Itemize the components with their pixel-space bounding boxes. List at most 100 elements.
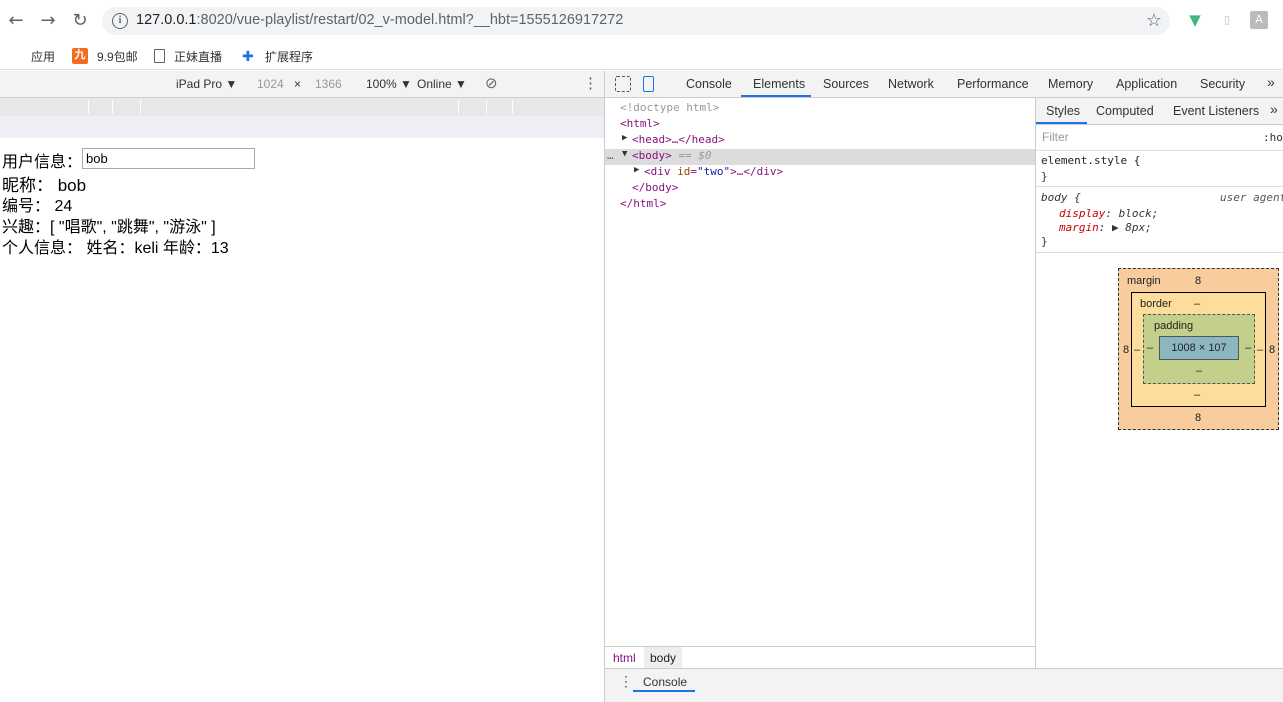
padding-right-value[interactable]: – (1245, 342, 1251, 354)
user-agent-label: user agent (1220, 191, 1283, 204)
apps-grid-icon (8, 49, 22, 63)
box-model-border[interactable]: border – – – – padding – – – 1008 × 107 (1131, 292, 1266, 407)
expand-head-icon[interactable]: ▶ (622, 133, 627, 143)
tab-network[interactable]: Network (888, 77, 934, 91)
border-label: border (1140, 298, 1172, 310)
margin-declaration[interactable]: margin: ▶ 8px; (1059, 221, 1152, 234)
padding-left-value[interactable]: – (1147, 342, 1153, 354)
expand-div-icon[interactable]: ▶ (634, 165, 639, 175)
row-menu-icon[interactable]: … (607, 149, 614, 162)
bookmark-9-9[interactable]: 九 9.9包邮 (72, 46, 138, 66)
drawer-tab-indicator (633, 690, 695, 692)
more-options-icon[interactable]: ⋮ (583, 74, 598, 92)
address-bar[interactable]: i 127.0.0.1:8020/vue-playlist/restart/02… (102, 7, 1170, 35)
devtools-tabs: Console Elements Sources Network Perform… (605, 71, 1283, 98)
box-model-padding[interactable]: padding – – – 1008 × 107 (1143, 314, 1255, 384)
zoom-select[interactable]: 100% ▼ (366, 77, 412, 91)
page-icon (154, 49, 165, 63)
doctype-node[interactable]: <!doctype html> (620, 101, 719, 114)
device-toolbar: iPad Pro ▼ 1024 × 1366 100% ▼ Online ▼ ⊘… (0, 71, 604, 98)
styles-tabs: Styles Computed Event Listeners » (1036, 98, 1283, 125)
collapse-body-icon[interactable]: ▼ (622, 149, 627, 159)
device-toggle-icon[interactable] (643, 76, 654, 92)
html-close-node: </html> (620, 197, 667, 210)
box-model-content[interactable]: 1008 × 107 (1159, 336, 1239, 360)
display-declaration[interactable]: display: block; (1059, 207, 1158, 220)
back-arrow-icon[interactable]: ← (4, 9, 28, 33)
device-select[interactable]: iPad Pro ▼ (176, 77, 237, 91)
tab-memory[interactable]: Memory (1048, 77, 1093, 91)
margin-top-value[interactable]: 8 (1195, 275, 1201, 287)
margin-label: margin (1127, 275, 1161, 287)
console-drawer: ⋮ Console (605, 668, 1283, 702)
info-icon[interactable]: i (112, 13, 128, 29)
breadcrumb-html[interactable]: html (613, 651, 636, 665)
bookmarks-bar: 应用 九 9.9包邮 正妹直播 ✚ 扩展程序 (0, 42, 1283, 70)
breadcrumb: html body (605, 646, 1035, 668)
browser-toolbar: ← → ↻ i 127.0.0.1:8020/vue-playlist/rest… (0, 0, 1283, 42)
bookmark-live[interactable]: 正妹直播 (154, 46, 222, 66)
padding-bottom-value[interactable]: – (1196, 365, 1202, 377)
border-left-value[interactable]: – (1134, 344, 1140, 356)
border-top-value[interactable]: – (1194, 298, 1200, 310)
tab-sources[interactable]: Sources (823, 77, 869, 91)
border-bottom-value[interactable]: – (1194, 389, 1200, 401)
vue-devtools-icon[interactable]: ▼ (1186, 11, 1204, 29)
tab-performance[interactable]: Performance (957, 77, 1029, 91)
styles-pane: Styles Computed Event Listeners » Filter… (1035, 98, 1283, 702)
tab-elements[interactable]: Elements (753, 77, 805, 91)
html-node[interactable]: <html> (620, 117, 660, 130)
device-ruler (0, 116, 604, 138)
margin-bottom-value[interactable]: 8 (1195, 412, 1201, 424)
body-close-node: </body> (632, 181, 679, 194)
forward-arrow-icon[interactable]: → (36, 9, 60, 33)
margin-right-value[interactable]: 8 (1269, 344, 1275, 356)
tab-event-listeners[interactable]: Event Listeners (1173, 104, 1259, 118)
element-style-close: } (1041, 170, 1048, 183)
reload-icon[interactable]: ↻ (68, 9, 92, 33)
styles-tab-indicator (1036, 122, 1087, 124)
body-rule-selector[interactable]: body { (1041, 191, 1081, 204)
translate-icon[interactable]: A (1250, 11, 1268, 29)
bookmark-star-icon[interactable]: ☆ (1146, 10, 1162, 31)
throttle-select[interactable]: Online ▼ (417, 77, 467, 91)
tab-styles[interactable]: Styles (1046, 104, 1080, 118)
tab-computed[interactable]: Computed (1096, 104, 1154, 118)
tab-application[interactable]: Application (1116, 77, 1177, 91)
active-tab-indicator (741, 95, 811, 97)
jiu-logo-icon: 九 (72, 48, 88, 64)
element-style-selector[interactable]: element.style { (1041, 154, 1140, 167)
device-width[interactable]: 1024 (257, 77, 284, 91)
styles-filter-input[interactable]: Filter (1040, 128, 1253, 148)
user-info-input[interactable] (82, 148, 255, 169)
head-node[interactable]: <head>…</head> (632, 133, 725, 146)
hover-state-toggle[interactable]: :hov (1263, 131, 1283, 144)
elements-tree: <!doctype html> <html> ▶ <head>…</head> … (605, 98, 1035, 646)
puzzle-icon: ✚ (242, 48, 254, 64)
drawer-tab-console[interactable]: Console (643, 675, 687, 689)
box-model-margin[interactable]: margin 8 8 8 8 border – – – – padding – … (1118, 268, 1279, 430)
bookmark-extensions[interactable]: ✚ 扩展程序 (242, 46, 313, 66)
tab-security[interactable]: Security (1200, 77, 1245, 91)
more-style-tabs-icon[interactable]: » (1270, 101, 1278, 117)
extension-icon[interactable]: ▯ (1218, 11, 1236, 29)
border-right-value[interactable]: – (1257, 344, 1263, 356)
media-query-ruler[interactable] (0, 98, 604, 116)
margin-left-value[interactable]: 8 (1123, 344, 1129, 356)
more-tabs-icon[interactable]: » (1267, 74, 1275, 90)
body-rule-close: } (1041, 235, 1048, 248)
user-info-label: 用户信息： (2, 154, 83, 171)
device-height[interactable]: 1366 (315, 77, 342, 91)
bookmark-apps[interactable]: 应用 (8, 46, 55, 66)
url-text[interactable]: 127.0.0.1:8020/vue-playlist/restart/02_v… (136, 12, 623, 28)
div-two-node[interactable]: <div id="two">…</div> (644, 165, 783, 178)
body-node[interactable]: <body> == $0 (632, 149, 712, 162)
drawer-menu-icon[interactable]: ⋮ (619, 673, 633, 690)
rotate-icon[interactable]: ⊘ (485, 74, 498, 92)
devtools-panel: Console Elements Sources Network Perform… (604, 71, 1283, 702)
tab-console[interactable]: Console (686, 77, 732, 91)
personal-info-text: 个人信息： 姓名：keli 年龄：13 (2, 240, 229, 257)
inspect-element-icon[interactable] (615, 76, 631, 92)
breadcrumb-body[interactable]: body (644, 647, 683, 668)
padding-label: padding (1154, 320, 1194, 332)
